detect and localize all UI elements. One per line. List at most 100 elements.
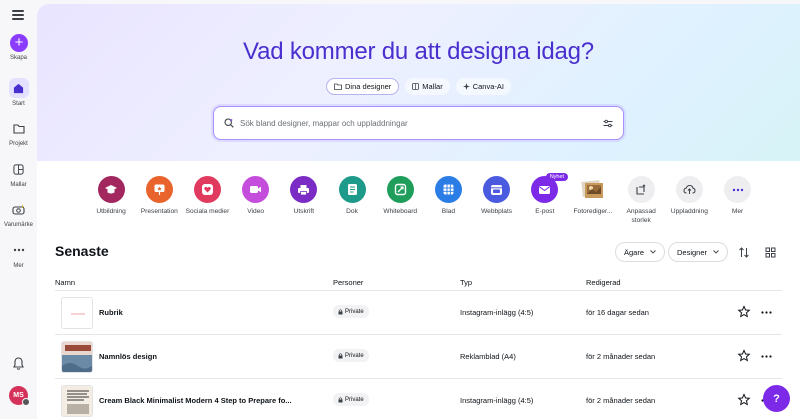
brand-icon [9,199,29,219]
shortcut-label: Anpassad storlek [626,208,656,224]
tab-label: Canva-AI [472,82,504,91]
column-header-edited[interactable]: Redigerad [586,278,621,287]
doc-icon [338,176,366,203]
table-row[interactable]: Cream Black Minimalist Modern 4 Step to … [55,379,782,419]
shortcut-fotoredigerare[interactable]: Fotorediger... [569,176,617,225]
sidebar-item-mallar[interactable]: Mallar [0,159,37,188]
sidebar-item-label: Projekt [9,141,28,147]
tab-dina-designer[interactable]: Dina designer [326,78,400,95]
shortcut-label: Sociala medier [185,208,230,215]
filter-icon[interactable] [603,119,613,128]
canva-app: + Skapa Start Projekt Mallar Varumärke M… [0,0,800,419]
shortcut-utskrift[interactable]: Utskrift [280,176,328,225]
shortcut-webbplats[interactable]: Webbplats [473,176,521,225]
design-type-shortcuts: Utbildning Presentation Sociala medier V… [87,173,762,225]
search-bar [213,106,624,140]
privacy-badge: Private [333,305,369,318]
privacy-label: Private [345,396,364,403]
tab-canva-ai[interactable]: Canva-AI [455,78,511,95]
shortcut-mer[interactable]: Mer [713,176,761,225]
sidebar-item-label: Start [12,101,25,107]
design-thumbnail [61,341,93,373]
column-header-people: Personer [333,278,364,287]
shortcut-utbildning[interactable]: Utbildning [87,176,135,225]
sheet-icon [434,176,462,203]
shortcut-blad[interactable]: Blad [424,176,472,225]
shortcut-whiteboard[interactable]: Whiteboard [376,176,424,225]
templates-icon [412,83,420,90]
presentation-icon [145,176,173,203]
sort-icon[interactable] [736,244,752,260]
new-badge: Nyhet [545,173,569,181]
shortcut-dok[interactable]: Dok [328,176,376,225]
shortcut-label: Dok [346,208,358,215]
search-icon [224,118,234,128]
folder-icon [9,118,29,138]
hero-banner: Vad kommer du att designa idag? Dina des… [37,4,800,161]
photo-edit-icon [579,176,606,203]
privacy-badge: Private [333,349,369,362]
star-icon[interactable] [737,305,751,319]
shortcut-label: Blad [441,208,455,215]
print-icon [290,176,318,203]
sidebar-item-label: Mer [13,263,24,269]
more-horizontal-icon [724,176,752,203]
shortcut-label: Presentation [140,208,178,215]
design-type-dropdown-label: Designer [677,247,708,257]
create-label: Skapa [9,55,27,61]
folder-icon [334,83,342,90]
design-thumbnail [61,385,93,417]
website-icon [483,176,511,203]
sidebar-item-mer[interactable]: Mer [0,240,37,269]
search-scope-tabs: Dina designer Mallar Canva-AI [37,78,800,95]
shortcut-anpassad-storlek[interactable]: Anpassad storlek [617,176,665,225]
design-name: Rubrik [99,308,123,317]
menu-icon[interactable] [12,10,24,20]
account-status-dot [22,398,30,406]
graduation-cap-icon [97,176,125,203]
chevron-down-icon [713,250,719,254]
sidebar: + Skapa Start Projekt Mallar Varumärke M… [0,0,37,419]
sidebar-item-projekt[interactable]: Projekt [0,118,37,147]
more-options-icon[interactable] [759,349,773,363]
shortcut-label: Mer [731,208,744,215]
shortcut-uppladdning[interactable]: Uppladdning [665,176,713,225]
more-icon [9,240,29,260]
shortcut-label: Utbildning [96,208,126,215]
bell-icon[interactable] [11,356,26,371]
shortcut-presentation[interactable]: Presentation [135,176,183,225]
design-type: Reklamblad (A4) [460,352,516,361]
sidebar-item-varumarke[interactable]: Varumärke [0,199,37,228]
table-row[interactable]: Namnlös design Private Reklamblad (A4) f… [55,335,782,378]
table-row[interactable]: Rubrik Private Instagram-inlägg (4:5) fö… [55,291,782,334]
shortcut-label: Video [247,208,265,215]
design-thumbnail [61,297,93,329]
help-button[interactable]: ? [763,385,790,412]
star-icon[interactable] [737,393,751,407]
custom-size-icon [627,176,655,203]
column-header-type: Typ [460,278,473,287]
shortcut-e-post[interactable]: Nyhet E-post [521,173,569,225]
whiteboard-icon [386,176,414,203]
sidebar-item-start[interactable]: Start [0,78,37,107]
shortcut-label: Utskrift [293,208,315,215]
more-options-icon[interactable] [759,305,773,319]
shortcut-video[interactable]: Video [232,176,280,225]
star-icon[interactable] [737,349,751,363]
shortcut-sociala-medier[interactable]: Sociala medier [183,176,231,225]
search-input[interactable] [240,118,603,128]
templates-icon [9,159,29,179]
design-name: Cream Black Minimalist Modern 4 Step to … [99,396,292,405]
grid-view-icon[interactable] [762,244,778,260]
lock-icon [338,396,343,402]
column-header-name[interactable]: Namn [55,278,75,287]
owner-dropdown-label: Ägare [624,247,645,257]
privacy-label: Private [345,352,364,359]
edited-time: för 2 månader sedan [586,396,656,405]
tab-mallar[interactable]: Mallar [405,78,450,95]
sparkle-icon [462,83,470,90]
upload-icon [675,176,703,203]
create-button[interactable]: + [10,34,28,52]
owner-dropdown[interactable]: Ägare [615,242,666,262]
design-type-dropdown[interactable]: Designer [668,242,729,262]
